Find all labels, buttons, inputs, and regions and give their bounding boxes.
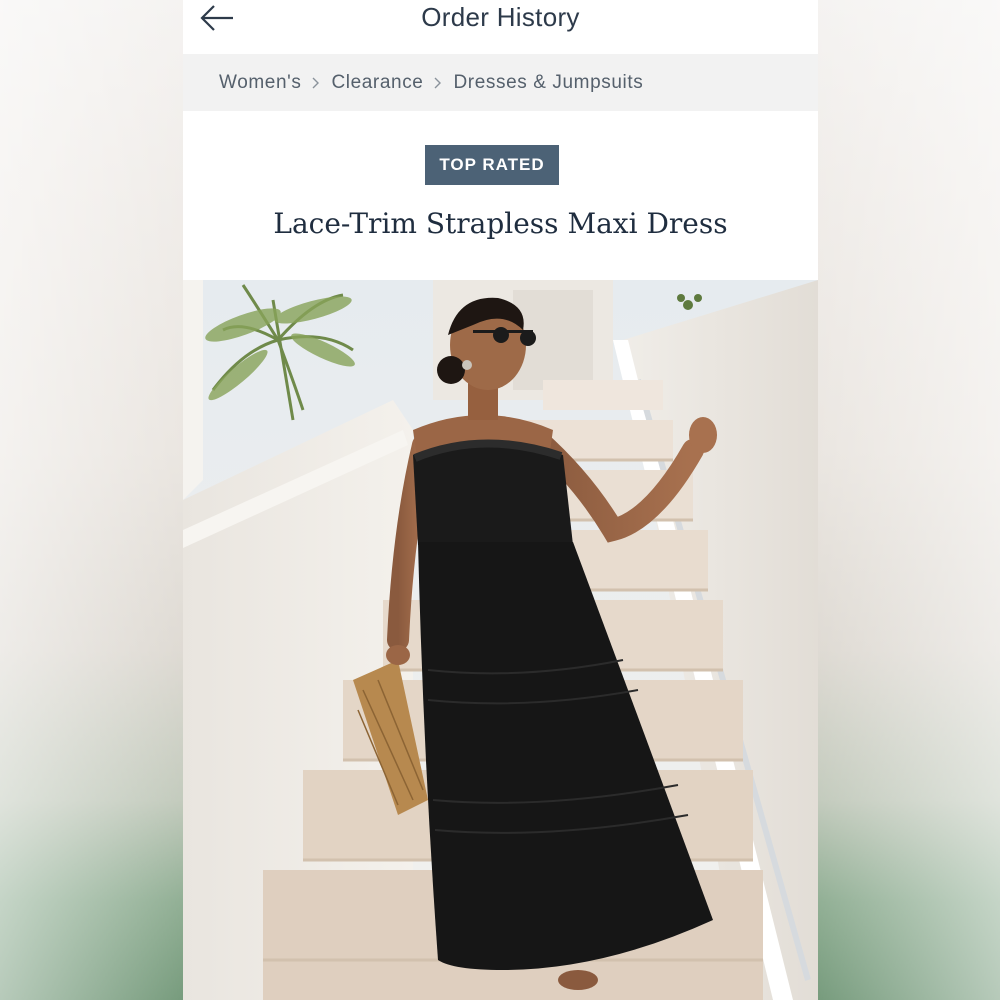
- product-header: TOP RATED Lace-Trim Strapless Maxi Dress: [183, 111, 818, 280]
- chevron-right-icon: [423, 77, 453, 89]
- top-rated-badge: TOP RATED: [425, 145, 559, 185]
- background-blur-left: [0, 0, 183, 1000]
- breadcrumb-item-dresses-jumpsuits[interactable]: Dresses & Jumpsuits: [453, 72, 643, 94]
- product-image[interactable]: [183, 280, 818, 1000]
- product-photo-illustration: [183, 280, 818, 1000]
- chevron-right-icon: [301, 77, 331, 89]
- background-blur-right: [818, 0, 1000, 1000]
- breadcrumb-item-womens[interactable]: Women's: [219, 72, 301, 94]
- app-screen: Order History Women's Clearance Dresses …: [183, 0, 818, 1000]
- breadcrumb: Women's Clearance Dresses & Jumpsuits: [183, 54, 818, 111]
- top-bar: Order History: [183, 0, 818, 53]
- product-title: Lace-Trim Strapless Maxi Dress: [273, 207, 728, 240]
- breadcrumb-item-clearance[interactable]: Clearance: [331, 72, 423, 94]
- page-title: Order History: [421, 2, 580, 32]
